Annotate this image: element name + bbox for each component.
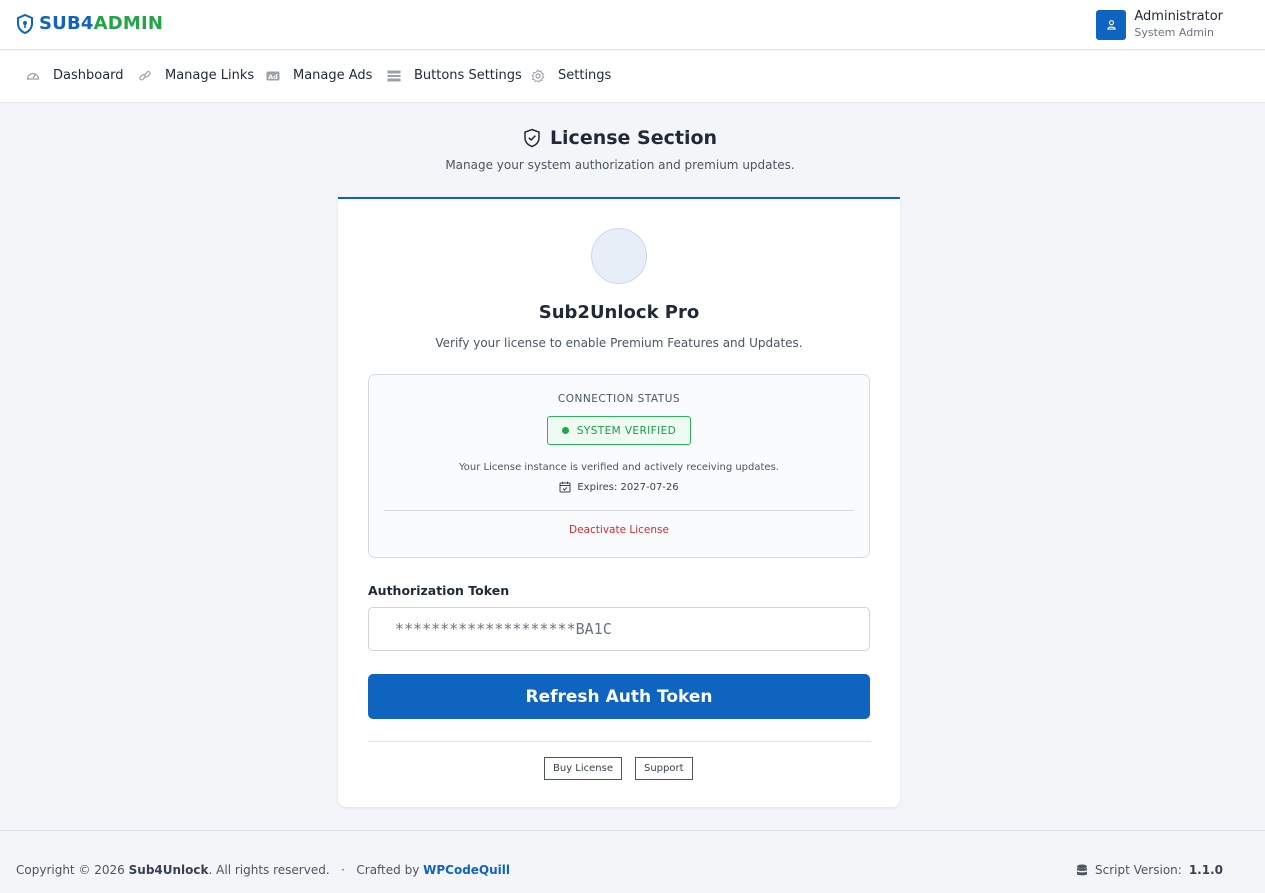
footer-copyright: Copyright © 2026 Sub4Unlock. All rights … bbox=[16, 863, 511, 877]
nav-label-manage-ads: Manage Ads bbox=[293, 68, 373, 83]
connection-status-panel: CONNECTION STATUS SYSTEM VERIFIED Your L… bbox=[368, 374, 870, 558]
shield-lock-icon bbox=[17, 13, 33, 34]
status-label: CONNECTION STATUS bbox=[557, 393, 681, 405]
nav-label-manage-links: Manage Links bbox=[165, 68, 255, 83]
nav-label-settings: Settings bbox=[558, 68, 612, 83]
nav-item-buttons-settings[interactable]: Buttons Settings bbox=[387, 68, 522, 83]
status-message: Your License instance is verified and ac… bbox=[459, 462, 779, 473]
calendar-check-icon bbox=[559, 481, 571, 493]
nav-item-manage-ads[interactable]: Ad Manage Ads bbox=[266, 68, 372, 83]
product-logo bbox=[591, 228, 647, 284]
script-version: Script Version: 1.1.0 bbox=[1076, 863, 1223, 877]
authorization-token-input[interactable] bbox=[368, 607, 870, 651]
page-title-text: License Section bbox=[549, 127, 718, 149]
user-name: Administrator bbox=[1134, 9, 1223, 24]
page-footer: Copyright © 2026 Sub4Unlock. All rights … bbox=[0, 830, 1265, 893]
gear-icon bbox=[531, 68, 545, 83]
divider bbox=[384, 510, 854, 511]
status-badge: SYSTEM VERIFIED bbox=[547, 416, 691, 445]
author-link[interactable]: WPCodeQuill bbox=[423, 863, 510, 877]
expiry-date: Expires: 2027-07-26 bbox=[369, 481, 869, 493]
status-dot-icon bbox=[561, 427, 569, 434]
svg-text:Ad: Ad bbox=[268, 72, 278, 80]
shield-check-icon bbox=[524, 128, 540, 148]
nav-label-buttons-settings: Buttons Settings bbox=[414, 68, 522, 83]
ad-icon: Ad bbox=[266, 71, 280, 80]
nav-item-dashboard[interactable]: Dashboard bbox=[26, 68, 124, 83]
link-icon bbox=[139, 70, 151, 80]
avatar bbox=[1096, 9, 1127, 40]
divider bbox=[368, 741, 871, 742]
nav-item-settings[interactable]: Settings bbox=[531, 68, 611, 83]
token-label: Authorization Token bbox=[368, 583, 510, 598]
list-icon bbox=[387, 70, 401, 81]
expiry-text: Expires: 2027-07-26 bbox=[577, 481, 679, 493]
deactivate-license-link[interactable]: Deactivate License bbox=[369, 524, 869, 536]
main-nav: Dashboard Manage Links Ad Manage Ads But… bbox=[0, 51, 1265, 103]
user-menu[interactable]: Administrator System Admin bbox=[1096, 9, 1223, 40]
top-header: SUB4ADMIN Administrator System Admin bbox=[0, 0, 1265, 50]
status-badge-text: SYSTEM VERIFIED bbox=[576, 424, 677, 437]
support-button[interactable]: Support bbox=[635, 757, 693, 780]
product-description: Verify your license to enable Premium Fe… bbox=[435, 336, 803, 350]
license-card: Sub2Unlock Pro Verify your license to en… bbox=[338, 197, 900, 807]
product-name: Sub2Unlock Pro bbox=[538, 302, 700, 323]
brand-name: SUB4ADMIN bbox=[39, 13, 164, 34]
brand-logo[interactable]: SUB4ADMIN bbox=[16, 13, 163, 34]
buy-license-button[interactable]: Buy License bbox=[544, 757, 622, 780]
refresh-auth-token-button[interactable]: Refresh Auth Token bbox=[368, 674, 870, 719]
user-icon bbox=[1107, 20, 1116, 30]
user-role: System Admin bbox=[1134, 26, 1214, 39]
gauge-icon bbox=[26, 72, 40, 80]
nav-label-dashboard: Dashboard bbox=[53, 68, 124, 83]
database-icon bbox=[1077, 864, 1088, 875]
page-title: License Section bbox=[0, 127, 1240, 149]
footer-separator: · bbox=[341, 863, 345, 877]
version-number: 1.1.0 bbox=[1188, 863, 1223, 877]
company-name: Sub4Unlock bbox=[128, 863, 209, 877]
nav-item-manage-links[interactable]: Manage Links bbox=[138, 68, 254, 83]
page-subtitle: Manage your system authorization and pre… bbox=[445, 158, 795, 172]
